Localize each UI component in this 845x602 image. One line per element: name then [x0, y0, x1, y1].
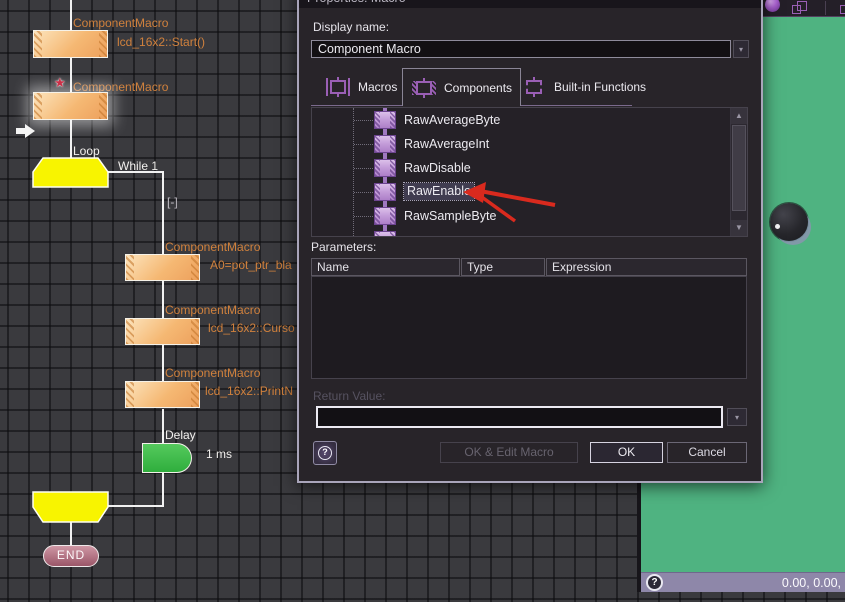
component-macro-block-3[interactable] — [125, 254, 200, 281]
tab-builtin-label: Built-in Functions — [554, 80, 646, 94]
dialog-help-button[interactable]: ? — [313, 441, 337, 465]
tab-builtin-functions[interactable]: Built-in Functions — [521, 69, 646, 104]
delay-label: Delay — [165, 428, 196, 442]
status-help-icon[interactable]: ? — [646, 574, 663, 591]
loop-collapse-toggle[interactable]: [-] — [167, 195, 178, 209]
flowcode-window: ComponentMacro lcd_16x2::Start() ★ Compo… — [0, 0, 845, 602]
macro-item-icon — [374, 155, 396, 181]
macro-item-icon — [374, 179, 396, 205]
breakpoint-star-icon: ★ — [54, 75, 66, 91]
parameters-label: Parameters: — [311, 240, 376, 254]
delay-value-label: 1 ms — [206, 447, 232, 461]
param-column-name[interactable]: Name — [311, 258, 460, 276]
macro-item-icon — [374, 203, 396, 229]
macro-item-icon — [374, 107, 396, 133]
scroll-up-button[interactable]: ▲ — [731, 108, 747, 124]
param-column-type[interactable]: Type — [461, 258, 545, 276]
panel-status-bar: ? 0.00, 0.00, — [641, 572, 845, 592]
macro-item-icon — [374, 131, 396, 157]
current-step-arrow-icon — [16, 124, 35, 138]
block4-label: ComponentMacro — [165, 303, 260, 317]
tab-components-label: Components — [444, 81, 512, 95]
list-scrollbar[interactable]: ▲ ▼ — [730, 108, 747, 236]
loop-label: Loop — [73, 144, 100, 158]
ok-edit-macro-button[interactable]: OK & Edit Macro — [440, 442, 578, 463]
loop-end-block[interactable] — [33, 492, 108, 522]
component-tab-icon — [411, 78, 437, 98]
cursor-coordinates: 0.00, 0.00, — [782, 576, 841, 590]
loop-condition-label: While 1 — [118, 159, 158, 173]
parameters-table-body[interactable] — [311, 276, 747, 379]
annotation-arrow-icon — [455, 178, 565, 226]
scroll-down-button[interactable]: ▼ — [731, 220, 747, 236]
list-item-rawaveragebyte[interactable]: RawAverageByte — [312, 108, 747, 132]
delay-block[interactable] — [142, 443, 192, 473]
tab-components[interactable]: Components — [402, 68, 521, 106]
component-macro-block-5[interactable] — [125, 381, 200, 408]
block5-sublabel: lcd_16x2::PrintN — [205, 384, 293, 398]
dialog-title: Properties: Macro — [299, 0, 761, 8]
block3-label: ComponentMacro — [165, 240, 260, 254]
macro-item-icon — [374, 227, 396, 237]
block1-sublabel: lcd_16x2::Start() — [117, 35, 205, 49]
tab-macros[interactable]: Macros — [325, 69, 397, 104]
potentiometer-knob[interactable] — [770, 203, 808, 241]
macro-tab-icon — [325, 77, 351, 97]
return-value-label: Return Value: — [313, 389, 386, 403]
display-name-label: Display name: — [313, 20, 389, 34]
return-value-input[interactable] — [316, 406, 723, 428]
param-column-expression[interactable]: Expression — [546, 258, 747, 276]
builtin-function-tab-icon — [521, 77, 547, 97]
block3-sublabel: A0=pot_ptr_bla — [210, 258, 292, 272]
return-value-dropdown-button[interactable]: ▾ — [727, 408, 747, 426]
component-macro-block-1[interactable] — [33, 30, 108, 58]
cancel-button[interactable]: Cancel — [667, 442, 747, 463]
component-macro-block-2-selected[interactable] — [33, 92, 108, 120]
scrollbar-thumb[interactable] — [732, 125, 746, 211]
end-terminator-block[interactable]: END — [43, 545, 99, 567]
sphere-component-icon[interactable] — [765, 0, 780, 12]
knob-indicator-dot — [775, 224, 780, 229]
arrange-squares-icon[interactable] — [792, 1, 812, 16]
block5-label: ComponentMacro — [165, 366, 260, 380]
list-item-rawaverageint[interactable]: RawAverageInt — [312, 132, 747, 156]
tab-macros-label: Macros — [358, 80, 397, 94]
properties-macro-dialog: Properties: Macro Display name: Componen… — [297, 0, 763, 483]
block4-sublabel: lcd_16x2::Curso — [208, 321, 295, 335]
list-item-rawdisable[interactable]: RawDisable — [312, 156, 747, 180]
block1-label: ComponentMacro — [73, 16, 168, 30]
display-name-dropdown-button[interactable]: ▾ — [733, 40, 749, 58]
list-item-partial[interactable] — [312, 228, 747, 237]
ok-button[interactable]: OK — [590, 442, 663, 463]
arrange-squares-icon-2[interactable] — [840, 1, 845, 16]
toolbar-separator — [825, 1, 826, 15]
loop-start-block[interactable] — [33, 158, 108, 187]
component-macro-block-4[interactable] — [125, 318, 200, 345]
display-name-input[interactable]: Component Macro — [311, 40, 731, 58]
help-icon: ? — [318, 446, 332, 460]
